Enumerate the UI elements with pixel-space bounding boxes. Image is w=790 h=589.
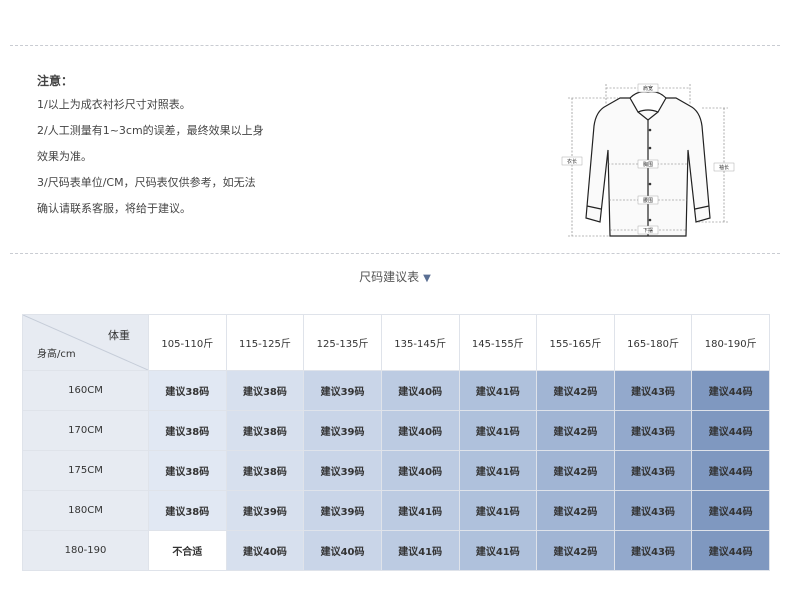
- size-cell: 建议42码: [536, 370, 615, 411]
- height-row-header: 175CM: [22, 450, 149, 491]
- label-waist: 腰围: [643, 198, 653, 204]
- label-sleeve: 袖长: [719, 164, 729, 171]
- table-corner-cell: 体重 身高/cm: [22, 314, 149, 371]
- size-cell: 建议42码: [536, 530, 615, 571]
- size-cell: 建议40码: [380, 370, 460, 411]
- table-row: 170CM 建议38码 建议38码 建议39码 建议40码 建议41码 建议42…: [22, 410, 770, 451]
- size-cell: 建议39码: [303, 450, 382, 491]
- weight-column-header: 155-165斤: [536, 314, 615, 371]
- size-cell: 建议38码: [148, 450, 227, 491]
- height-row-header: 170CM: [22, 410, 149, 451]
- table-row: 180CM 建议38码 建议39码 建议39码 建议41码 建议41码 建议42…: [22, 490, 770, 531]
- weight-column-header: 145-155斤: [458, 314, 538, 371]
- size-cell: 建议38码: [148, 410, 227, 451]
- size-cell: 建议41码: [458, 370, 538, 411]
- size-cell: 建议39码: [225, 490, 305, 531]
- corner-weight-label: 体重: [108, 329, 130, 342]
- section-heading: 尺码建议表 ▼: [0, 268, 790, 285]
- size-cell: 建议43码: [613, 370, 693, 411]
- size-cell: 建议44码: [691, 370, 770, 411]
- size-cell: 建议40码: [225, 530, 305, 571]
- label-shoulder: 肩宽: [643, 85, 653, 92]
- size-cell: 不合适: [148, 530, 227, 571]
- size-cell: 建议38码: [148, 370, 227, 411]
- size-cell: 建议38码: [225, 370, 305, 411]
- notes-line: 1/以上为成衣衬衫尺寸对照表。: [37, 98, 191, 111]
- table-row: 175CM 建议38码 建议38码 建议39码 建议40码 建议41码 建议42…: [22, 450, 770, 491]
- size-cell: 建议40码: [380, 450, 460, 491]
- notes-line: 确认请联系客服，将给于建议。: [37, 202, 191, 215]
- size-cell: 建议39码: [303, 410, 382, 451]
- size-cell: 建议43码: [613, 530, 693, 571]
- table-header-row: 体重 身高/cm 105-110斤 115-125斤 125-135斤 135-…: [22, 314, 770, 371]
- size-cell: 建议44码: [691, 410, 770, 451]
- size-cell: 建议41码: [458, 450, 538, 491]
- size-table: 体重 身高/cm 105-110斤 115-125斤 125-135斤 135-…: [22, 314, 770, 571]
- size-cell: 建议41码: [458, 490, 538, 531]
- shirt-measurement-diagram: 肩宽 衣长 袖长 胸围 腰围 下摆: [561, 83, 735, 237]
- size-cell: 建议43码: [613, 490, 693, 531]
- size-cell: 建议41码: [458, 530, 538, 571]
- size-cell: 建议38码: [225, 410, 305, 451]
- size-cell: 建议44码: [691, 530, 770, 571]
- height-row-header: 160CM: [22, 370, 149, 411]
- size-cell: 建议41码: [380, 490, 460, 531]
- weight-column-header: 135-145斤: [380, 314, 460, 371]
- size-cell: 建议40码: [303, 530, 382, 571]
- notes-block: 注意： 1/以上为成衣衬衫尺寸对照表。 2/人工测量有1~3cm的误差，最终效果…: [37, 70, 307, 222]
- label-length: 衣长: [567, 158, 577, 165]
- table-row: 160CM 建议38码 建议38码 建议39码 建议40码 建议41码 建议42…: [22, 370, 770, 411]
- triangle-down-icon: ▼: [423, 273, 431, 284]
- size-cell: 建议39码: [303, 370, 382, 411]
- size-cell: 建议40码: [380, 410, 460, 451]
- size-cell: 建议43码: [613, 410, 693, 451]
- label-hem: 下摆: [643, 227, 653, 234]
- middle-divider: [10, 253, 780, 254]
- size-cell: 建议43码: [613, 450, 693, 491]
- size-cell: 建议42码: [536, 490, 615, 531]
- size-cell: 建议42码: [536, 410, 615, 451]
- size-cell: 建议38码: [148, 490, 227, 531]
- table-row: 180-190 不合适 建议40码 建议40码 建议41码 建议41码 建议42…: [22, 530, 770, 571]
- corner-height-label: 身高/cm: [37, 349, 76, 360]
- size-cell: 建议42码: [536, 450, 615, 491]
- height-row-header: 180CM: [22, 490, 149, 531]
- size-cell: 建议44码: [691, 450, 770, 491]
- label-chest: 胸围: [643, 161, 653, 168]
- size-cell: 建议44码: [691, 490, 770, 531]
- weight-column-header: 115-125斤: [225, 314, 305, 371]
- top-divider: [10, 45, 780, 46]
- weight-column-header: 125-135斤: [303, 314, 382, 371]
- size-cell: 建议39码: [303, 490, 382, 531]
- size-cell: 建议41码: [458, 410, 538, 451]
- notes-title: 注意：: [37, 74, 74, 88]
- notes-line: 3/尺码表单位/CM，尺码表仅供参考，如无法: [37, 176, 256, 189]
- weight-column-header: 180-190斤: [691, 314, 770, 371]
- section-title: 尺码建议表: [359, 270, 420, 284]
- height-row-header: 180-190: [22, 530, 149, 571]
- notes-line: 2/人工测量有1~3cm的误差，最终效果以上身: [37, 124, 264, 137]
- notes-line: 效果为准。: [37, 150, 92, 163]
- size-cell: 建议41码: [380, 530, 460, 571]
- size-cell: 建议38码: [225, 450, 305, 491]
- weight-column-header: 105-110斤: [148, 314, 227, 371]
- weight-column-header: 165-180斤: [613, 314, 693, 371]
